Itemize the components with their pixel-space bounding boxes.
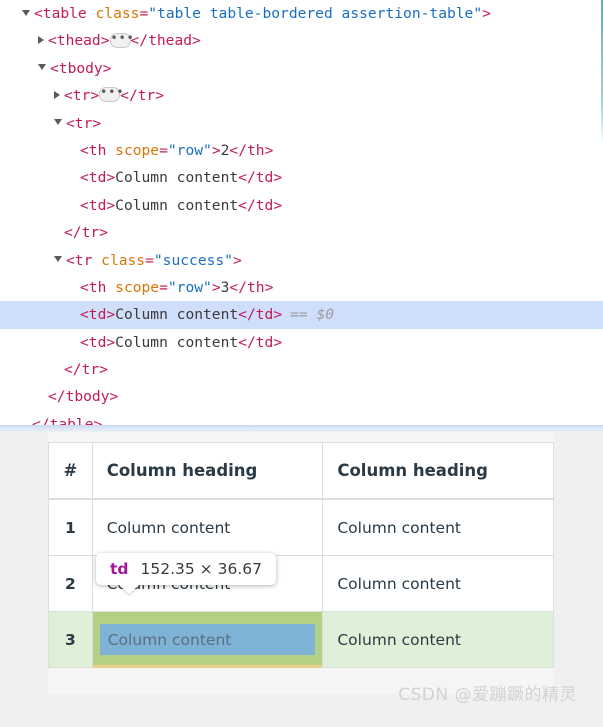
dom-tree-line[interactable]: <th scope = "row" >2 </th> — [0, 137, 603, 164]
dom-token-tag: <th — [80, 278, 116, 296]
dom-token-tag: </td> — [238, 169, 283, 187]
dom-token-tag: <td> — [80, 196, 116, 214]
dom-token-tag: <thead> — [48, 32, 110, 50]
chevron-right-icon[interactable] — [38, 36, 44, 45]
dom-tree-line[interactable]: <th scope = "row" >3 </th> — [0, 274, 603, 301]
dom-token-tag: <table — [34, 5, 96, 22]
dom-tree-line-selected[interactable]: <td> Column content </td> == $0 — [0, 301, 603, 329]
dom-tree-line-list: <table class = "table table-bordered asser… — [0, 0, 603, 425]
dom-token-tag: <tr> — [64, 87, 100, 105]
dom-token-tag: <tbody> — [50, 59, 112, 77]
dom-token-attr: scope — [115, 278, 160, 296]
chevron-down-icon[interactable] — [54, 119, 62, 126]
dom-token-tag: </table> — [32, 415, 103, 425]
dom-tree-line[interactable]: <td> Column content </td> — [0, 192, 603, 219]
watermark: CSDN @爱蹦蹶的精灵 — [398, 685, 577, 705]
dom-tree-line[interactable]: </tbody> — [0, 383, 603, 410]
chevron-right-icon[interactable] — [54, 90, 60, 99]
chevron-down-icon[interactable] — [22, 9, 30, 16]
dom-tree-line[interactable]: <tr> — [0, 110, 603, 137]
collapsed-children-ellipsis-icon[interactable]: ••• — [99, 86, 123, 103]
dom-tree-line[interactable]: </tr> — [0, 356, 603, 383]
dom-token-tag: </th> — [229, 278, 274, 296]
tooltip-arrow — [118, 584, 140, 594]
dom-token-attr: scope — [115, 141, 160, 159]
dom-token-tag: </tr> — [64, 361, 108, 379]
dom-token-tag: </thead> — [130, 32, 201, 50]
dom-token-txt: 2 — [220, 141, 230, 159]
dom-tree-line[interactable]: <thead> ••• </thead> — [0, 27, 603, 54]
table-row-success[interactable]: 3 Column content Column content — [48, 611, 554, 668]
table-head: # Column heading Column heading — [48, 442, 554, 500]
dom-token-tag: </td> — [238, 333, 283, 351]
dom-token-tag: > — [232, 251, 242, 269]
dom-token-txt: Column content — [115, 306, 239, 324]
column-header-3: Column heading — [322, 442, 554, 500]
table-cell[interactable]: Column content — [91, 498, 324, 556]
highlight-content-box: Column content — [99, 624, 316, 655]
dom-token-tag: > — [211, 278, 221, 296]
dom-token-ref: == $0 — [290, 306, 335, 324]
dom-token-tag: <td> — [80, 333, 116, 351]
element-inspector-tooltip: td 152.35 × 36.67 — [96, 553, 276, 594]
dom-token-tag: </th> — [229, 141, 274, 159]
row-number: 2 — [48, 555, 93, 612]
dom-token-tag: > — [482, 5, 491, 22]
dom-token-tag: <td> — [80, 306, 116, 324]
dom-token-tag: <tr — [66, 251, 102, 269]
dom-token-attr: class — [101, 251, 146, 269]
dom-token-attr: class — [95, 5, 140, 22]
column-header-2: Column heading — [91, 442, 324, 500]
dom-token-tag: <th — [80, 141, 116, 159]
dom-token-txt: Column content — [115, 169, 239, 187]
row-number: 3 — [48, 611, 93, 668]
chevron-down-icon[interactable] — [38, 64, 46, 71]
dom-token-tag: = — [159, 141, 168, 159]
dom-token-val: "row" — [167, 278, 212, 296]
dom-token-val: "row" — [167, 141, 212, 159]
table-cell[interactable]: Column content — [322, 555, 554, 612]
dom-token-tag: = — [145, 251, 154, 269]
dom-token-tag: </tr> — [64, 224, 108, 242]
dom-token-txt: 3 — [220, 278, 230, 296]
dom-token-txt: Column content — [115, 333, 239, 351]
dom-token-txt: Column content — [115, 196, 239, 214]
dom-tree-line[interactable]: <tr> ••• </tr> — [0, 82, 603, 109]
dom-tree-line[interactable]: <tbody> — [0, 55, 603, 82]
table-cell[interactable]: Column content — [322, 498, 554, 556]
dom-token-tag: > — [211, 141, 221, 159]
dom-token-val: "table table-bordered assertion-table" — [148, 5, 483, 22]
collapsed-children-ellipsis-icon[interactable]: ••• — [109, 32, 134, 48]
devtools-dom-tree-panel[interactable]: <table class = "table table-bordered asser… — [0, 0, 603, 425]
dom-token-tag: = — [159, 278, 168, 296]
dom-tree-line[interactable]: <td> Column content </td> — [0, 164, 603, 191]
dom-tree-line[interactable]: <table class = "table table-bordered asser… — [0, 0, 603, 27]
dom-token-tag: </td> — [238, 306, 283, 324]
dom-tree-line[interactable]: </table> — [0, 411, 603, 425]
dom-tree-line[interactable]: </tr> — [0, 219, 603, 246]
table-cell[interactable]: Column content — [322, 611, 554, 668]
table-row[interactable]: 1 Column content Column content — [48, 498, 554, 556]
inspected-table-cell[interactable]: Column content — [91, 611, 324, 668]
dom-tree-line[interactable]: <tr class = "success" > — [0, 247, 603, 274]
column-header-hash: # — [48, 442, 93, 500]
row-number: 1 — [48, 498, 93, 556]
dom-token-tag: = — [139, 5, 149, 22]
tooltip-dimensions: 152.35 × 36.67 — [140, 560, 262, 578]
chevron-down-icon[interactable] — [54, 256, 62, 263]
table-header-row: # Column heading Column heading — [48, 442, 554, 500]
dom-tree-line[interactable]: <td> Column content </td> — [0, 329, 603, 356]
tooltip-tag-name: td — [110, 560, 129, 578]
dom-token-tag: </td> — [238, 196, 283, 214]
dom-token-tag: </tr> — [120, 87, 165, 105]
dom-token-tag: </tbody> — [48, 388, 119, 406]
highlight-margin-line — [92, 665, 323, 668]
dom-token-tag: <tr> — [66, 114, 102, 132]
dom-token-val: "success" — [153, 251, 233, 269]
dom-token-tag: <td> — [80, 169, 116, 187]
